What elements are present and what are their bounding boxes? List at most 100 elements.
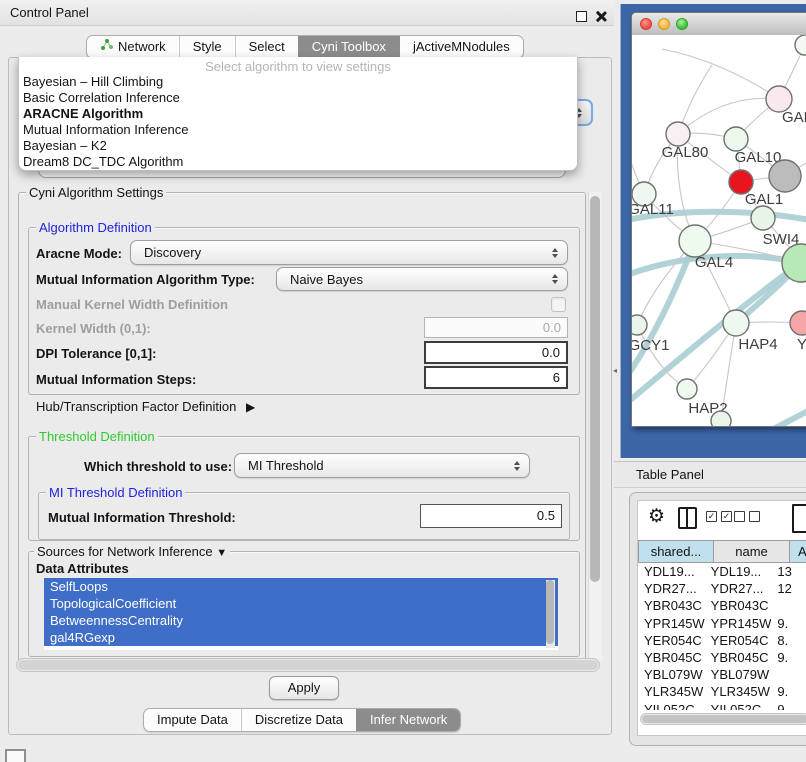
table-row[interactable]: YDL19...YDL19...13	[638, 563, 806, 580]
mi-steps-field[interactable]: 6	[424, 366, 568, 389]
table-panel-titlebar: Table Panel	[614, 461, 806, 488]
column-header-clipped[interactable]: A	[790, 540, 806, 563]
table-row[interactable]: YBL079WYBL079W	[638, 666, 806, 683]
kernel-width-field[interactable]: 0.0	[424, 317, 568, 338]
table-horizontal-scrollbar[interactable]	[640, 713, 806, 725]
network-node-gal10[interactable]	[724, 127, 748, 151]
tab-label: Discretize Data	[255, 709, 343, 731]
data-attribute-item[interactable]: SelfLoops	[44, 578, 558, 595]
network-node-gcy1[interactable]	[632, 315, 647, 335]
close-icon[interactable]	[594, 10, 607, 23]
node-label: GCY1	[632, 337, 669, 354]
mi-threshold-field[interactable]: 0.5	[420, 504, 562, 528]
scrollbar-thumb[interactable]	[642, 715, 806, 723]
expanded-arrow-icon: ▼	[216, 547, 227, 559]
network-node-y[interactable]	[790, 311, 806, 335]
network-node-gal4[interactable]	[679, 225, 711, 257]
tab-label: jActiveMNodules	[413, 36, 510, 58]
table-cell	[771, 597, 806, 614]
mi-steps-label: Mutual Information Steps:	[36, 372, 196, 387]
tab-label: Select	[249, 36, 285, 58]
network-node[interactable]	[751, 206, 775, 230]
scrollbar-thumb[interactable]	[590, 196, 600, 582]
settings-vertical-scrollbar[interactable]	[588, 192, 602, 662]
network-node[interactable]	[795, 35, 806, 55]
tab-cyni-toolbox[interactable]: Cyni Toolbox	[298, 36, 399, 58]
dpi-tolerance-label: DPI Tolerance [0,1]:	[36, 346, 156, 361]
deselect-all-checkboxes-icon[interactable]	[734, 511, 760, 522]
cyni-settings-group-title: Cyni Algorithm Settings	[26, 185, 166, 200]
column-header-shared-name[interactable]: shared...	[638, 540, 714, 563]
apply-button[interactable]: Apply	[269, 676, 339, 700]
table-cell: YPR145W	[638, 615, 705, 632]
table-row[interactable]: YPR145WYPR145W9.	[638, 615, 806, 632]
tab-discretize-data[interactable]: Discretize Data	[241, 709, 356, 731]
tab-style[interactable]: Style	[179, 36, 235, 58]
column-header-name[interactable]: name	[714, 540, 790, 563]
minimize-button[interactable]	[658, 18, 670, 30]
network-window-titlebar[interactable]	[632, 13, 806, 36]
table-cell	[771, 666, 806, 683]
table-row[interactable]: YDR27...YDR27...12	[638, 580, 806, 597]
table-cell: YDL19...	[705, 563, 772, 580]
aracne-mode-label: Aracne Mode:	[36, 246, 122, 261]
algorithm-dropdown-item[interactable]: Bayesian – K2	[19, 138, 577, 154]
algorithm-dropdown-item[interactable]: Dream8 DC_TDC Algorithm	[19, 154, 577, 170]
mi-algorithm-type-label: Mutual Information Algorithm Type:	[36, 272, 255, 287]
manual-kernel-checkbox[interactable]	[551, 297, 566, 312]
algorithm-dropdown-item[interactable]: Mutual Information Inference	[19, 122, 577, 138]
network-node-gal80[interactable]	[666, 122, 690, 146]
tab-select[interactable]: Select	[235, 36, 298, 58]
table-row[interactable]: YER054CYER054C8.	[638, 632, 806, 649]
algorithm-dropdown-item[interactable]: Bayesian – Hill Climbing	[19, 74, 577, 90]
tab-network[interactable]: Network	[87, 36, 179, 58]
network-edge	[662, 49, 779, 99]
data-attributes-list: SelfLoopsTopologicalCoefficientBetweenne…	[44, 578, 558, 650]
algorithm-definition-title: Algorithm Definition	[36, 220, 155, 235]
network-node-hap2[interactable]	[677, 379, 697, 399]
network-edge	[678, 98, 779, 134]
tab-infer-network[interactable]: Infer Network	[356, 709, 460, 731]
table-row[interactable]: YLR345WYLR345W9.	[638, 683, 806, 700]
gear-icon[interactable]: ⚙	[648, 506, 665, 528]
scrollbar-thumb[interactable]	[546, 580, 554, 644]
float-window-icon[interactable]	[576, 11, 587, 22]
table-row[interactable]: YBR043CYBR043C	[638, 597, 806, 614]
table-cell: YLR345W	[638, 683, 705, 700]
algorithm-dropdown-list: Select algorithm to view settings Bayesi…	[18, 57, 578, 171]
split-pane-handle[interactable]: ◂	[613, 366, 618, 375]
tab-label: Infer Network	[370, 709, 447, 731]
minimized-panel-icon[interactable]	[5, 749, 26, 762]
network-node-hap4[interactable]	[723, 310, 749, 336]
network-canvas[interactable]: GALGAL80GAL10GAL1GAL11GAL4SWI4GCY1HAP4YH…	[632, 35, 806, 426]
algorithm-dropdown-item[interactable]: Basic Correlation Inference	[19, 90, 577, 106]
data-attribute-item[interactable]: BetweennessCentrality	[44, 612, 558, 629]
new-table-icon[interactable]	[792, 504, 806, 533]
aracne-mode-combobox[interactable]: Discovery	[130, 240, 568, 265]
close-button[interactable]	[640, 18, 652, 30]
scrollbar-thumb[interactable]	[18, 660, 598, 670]
network-node[interactable]	[769, 160, 801, 192]
algorithm-dropdown-item[interactable]: ARACNE Algorithm	[19, 106, 577, 122]
mi-algorithm-type-combobox[interactable]: Naive Bayes	[276, 267, 568, 291]
hub-definition-toggle[interactable]: Hub/Transcription Factor Definition ▶	[36, 399, 255, 414]
select-all-checkboxes-icon[interactable]: ✓✓	[706, 511, 732, 522]
table-row[interactable]: YIL052CYIL052C9	[638, 701, 806, 711]
network-edge-thick	[754, 393, 806, 426]
tab-impute-data[interactable]: Impute Data	[144, 709, 241, 731]
zoom-button[interactable]	[676, 18, 688, 30]
network-node[interactable]	[711, 411, 731, 426]
table-row[interactable]: YBR045CYBR045C9.	[638, 649, 806, 666]
data-attribute-item[interactable]: gal4RGexp	[44, 629, 558, 646]
table-cell: YBL079W	[638, 666, 705, 683]
sources-group-toggle[interactable]: Sources for Network Inference ▼	[34, 544, 230, 559]
attributes-list-scrollbar[interactable]	[546, 580, 555, 648]
table-cell: 8.	[771, 632, 806, 649]
which-threshold-combobox[interactable]: MI Threshold	[234, 453, 530, 478]
columns-icon[interactable]	[678, 507, 697, 529]
cyni-bottom-tabbar: Impute Data Discretize Data Infer Networ…	[143, 708, 461, 732]
dpi-tolerance-field[interactable]: 0.0	[424, 341, 568, 364]
data-attribute-item[interactable]: TopologicalCoefficient	[44, 595, 558, 612]
tab-jactivemnodules[interactable]: jActiveMNodules	[399, 36, 523, 58]
settings-horizontal-scrollbar[interactable]	[16, 658, 600, 672]
